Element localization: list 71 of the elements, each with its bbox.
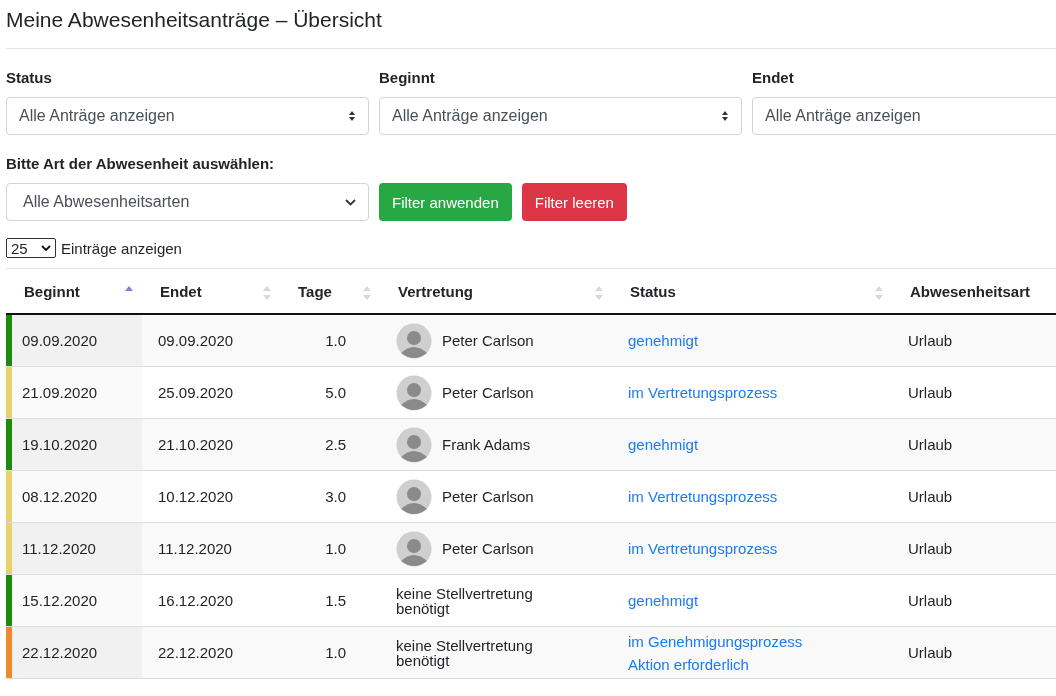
filter-select[interactable]: Alle Anträge anzeigen: [379, 97, 742, 135]
table-cell: 11.12.2020: [158, 540, 232, 557]
table-cell: 21.10.2020: [158, 436, 234, 453]
avatar-icon: [396, 530, 432, 567]
table-cell: Urlaub: [908, 592, 953, 609]
column-header[interactable]: Status: [630, 282, 676, 300]
filter-label: Bitte Art der Abwesenheit auswählen:: [6, 155, 276, 172]
table-cell: 09.09.2020: [22, 332, 98, 349]
deputy-name: Peter Carlson: [442, 384, 534, 401]
deputy-note: keine Stellvertretung benötigt: [396, 585, 534, 616]
deputy-note: keine Stellvertretung benötigt: [396, 637, 534, 668]
column-header[interactable]: Vertretung: [398, 282, 473, 300]
status-link[interactable]: Aktion erforderlich: [628, 655, 876, 673]
sort-icon[interactable]: [262, 285, 272, 301]
table-cell: 1.0: [325, 540, 346, 557]
table-cell: 1.5: [325, 592, 346, 609]
table-cell: 15.12.2020: [22, 592, 98, 609]
table-cell: 3.0: [325, 488, 346, 505]
column-header[interactable]: Beginnt: [24, 282, 80, 300]
filter-label: Endet: [752, 69, 795, 86]
table-cell: Urlaub: [908, 332, 953, 349]
sort-icon[interactable]: [362, 285, 372, 301]
avatar-icon: [396, 322, 432, 359]
sort-caret-icon: [348, 110, 356, 122]
table-cell: 08.12.2020: [22, 488, 98, 505]
page-title: Meine Abwesenheitsanträge – Übersicht: [6, 0, 1056, 49]
page-size-select[interactable]: 25: [6, 238, 56, 258]
avatar-icon: [396, 426, 432, 463]
table-cell: Urlaub: [908, 436, 953, 453]
avatar-icon: [396, 478, 432, 515]
chevron-down-icon: [41, 245, 51, 251]
filter-label: Beginnt: [379, 69, 436, 86]
table-cell: 22.12.2020: [158, 644, 234, 661]
column-header[interactable]: Abwesenheitsart: [910, 282, 1031, 300]
table-cell: 22.12.2020: [22, 644, 98, 661]
status-link[interactable]: im Genehmigungsprozess: [628, 632, 876, 650]
filter-select[interactable]: Alle Anträge anzeigen: [752, 97, 1056, 135]
deputy-name: Peter Carlson: [442, 488, 534, 505]
table-cell: Urlaub: [908, 540, 953, 557]
deputy-name: Frank Adams: [442, 436, 531, 453]
table-cell: 16.12.2020: [158, 592, 234, 609]
table-cell: 19.10.2020: [22, 436, 98, 453]
filter-select[interactable]: Alle Anträge anzeigen: [6, 97, 369, 135]
table-cell: 2.5: [325, 436, 346, 453]
table-cell: 1.0: [325, 332, 346, 349]
deputy-name: Peter Carlson: [442, 332, 534, 349]
status-link[interactable]: genehmigt: [628, 592, 876, 609]
table-cell: 5.0: [325, 384, 346, 401]
avatar-icon: [396, 374, 432, 411]
column-header[interactable]: Endet: [160, 282, 202, 300]
sort-icon[interactable]: [874, 285, 884, 301]
filter-label: Status: [6, 69, 53, 86]
status-link[interactable]: im Vertretungsprozess: [628, 488, 876, 505]
sort-caret-icon: [721, 110, 729, 122]
table-cell: 09.09.2020: [158, 332, 234, 349]
chevron-down-icon: [345, 198, 356, 206]
table-cell: 25.09.2020: [158, 384, 234, 401]
status-link[interactable]: im Vertretungsprozess: [628, 384, 876, 401]
table-cell: Urlaub: [908, 644, 953, 661]
page-size-label: Einträge anzeigen: [61, 239, 182, 257]
absence-type-select[interactable]: Alle Abwesenheitsarten: [6, 183, 369, 221]
table-cell: Urlaub: [908, 384, 953, 401]
column-header[interactable]: Tage: [298, 282, 332, 300]
table-cell: 21.09.2020: [22, 384, 98, 401]
deputy-name: Peter Carlson: [442, 540, 534, 557]
filter-button[interactable]: Filter leeren: [521, 183, 627, 221]
table-cell: 11.12.2020: [22, 540, 96, 557]
sort-icon[interactable]: [594, 285, 604, 301]
table-cell: 1.0: [325, 644, 346, 661]
table-cell: Urlaub: [908, 488, 953, 505]
table-cell: 10.12.2020: [158, 488, 234, 505]
